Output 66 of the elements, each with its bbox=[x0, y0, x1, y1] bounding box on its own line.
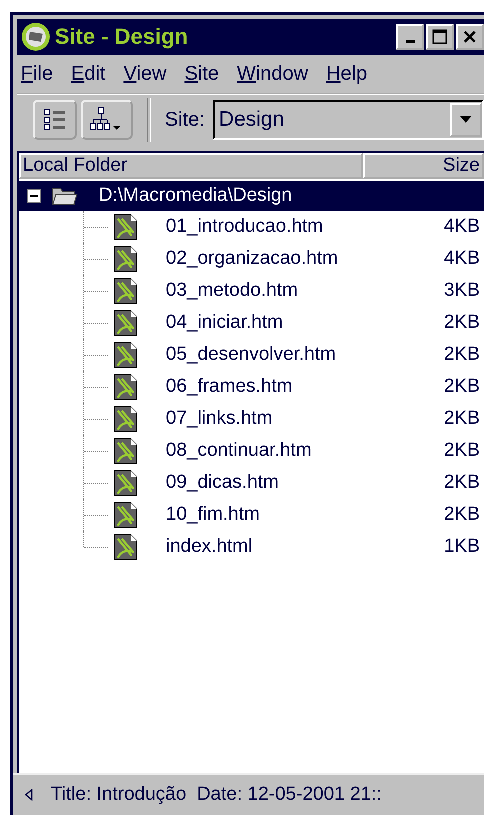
html-file-icon bbox=[114, 342, 138, 368]
file-name[interactable]: 03_metodo.htm bbox=[166, 280, 444, 302]
list-view-button[interactable] bbox=[33, 100, 77, 140]
tree-connector-line bbox=[83, 403, 108, 435]
file-size: 2KB bbox=[444, 344, 481, 366]
file-name[interactable]: 02_organizacao.htm bbox=[166, 248, 444, 270]
file-size: 3KB bbox=[444, 280, 481, 302]
status-text: Title: Introdução Date: 12-05-2001 21:: bbox=[51, 784, 382, 806]
html-file-icon bbox=[114, 438, 138, 464]
site-dropdown[interactable]: Design bbox=[213, 100, 484, 140]
tree-connector-line bbox=[83, 435, 108, 467]
file-size: 4KB bbox=[444, 248, 481, 270]
tree-connector-line bbox=[83, 467, 108, 499]
menu-item[interactable]: Help bbox=[326, 62, 368, 86]
file-name[interactable]: 08_continuar.htm bbox=[166, 440, 444, 462]
close-button[interactable] bbox=[456, 24, 484, 50]
folder-row[interactable]: D:\Macromedia\Design bbox=[19, 181, 484, 211]
file-name[interactable]: 05_desenvolver.htm bbox=[166, 344, 444, 366]
scroll-left-icon[interactable] bbox=[25, 789, 33, 801]
app-logo-icon bbox=[21, 22, 51, 52]
html-file-icon bbox=[114, 534, 138, 560]
file-size: 2KB bbox=[444, 312, 481, 334]
file-size: 2KB bbox=[444, 376, 481, 398]
tree-connector-line bbox=[83, 307, 108, 339]
file-name[interactable]: 06_frames.htm bbox=[166, 376, 444, 398]
file-name[interactable]: 07_links.htm bbox=[166, 408, 444, 430]
menu-item[interactable]: File bbox=[21, 62, 54, 86]
file-name[interactable]: index.html bbox=[166, 536, 444, 558]
menu-item[interactable]: Window bbox=[237, 62, 308, 86]
column-header[interactable]: Local Folder bbox=[19, 153, 363, 179]
menu-item[interactable]: Site bbox=[184, 62, 220, 86]
html-file-icon bbox=[114, 374, 138, 400]
maximize-button[interactable] bbox=[426, 24, 454, 50]
html-file-icon bbox=[114, 246, 138, 272]
window-title: Site - Design bbox=[55, 24, 190, 50]
html-file-icon bbox=[114, 310, 138, 336]
html-file-icon bbox=[114, 406, 138, 432]
file-size: 2KB bbox=[444, 408, 481, 430]
file-name[interactable]: 01_introducao.htm bbox=[166, 216, 444, 238]
dropdown-arrow-icon bbox=[460, 116, 472, 124]
site-map-button[interactable] bbox=[81, 100, 133, 140]
tree-connector-line bbox=[83, 211, 108, 243]
html-file-icon bbox=[114, 502, 138, 528]
file-size: 2KB bbox=[444, 472, 481, 494]
file-size: 1KB bbox=[444, 536, 481, 558]
file-name[interactable]: 10_fim.htm bbox=[166, 504, 444, 526]
tree-connector-line bbox=[83, 339, 108, 371]
tree-connector-line bbox=[83, 371, 108, 403]
html-file-icon bbox=[114, 214, 138, 240]
column-header[interactable]: Size bbox=[363, 153, 484, 179]
menu-item[interactable]: Edit bbox=[71, 62, 106, 86]
site-label: Site: bbox=[165, 108, 206, 132]
file-size: 2KB bbox=[444, 440, 481, 462]
html-file-icon bbox=[114, 278, 138, 304]
tree-connector-line bbox=[83, 243, 108, 275]
file-name[interactable]: 09_dicas.htm bbox=[166, 472, 444, 494]
minimize-icon bbox=[406, 40, 414, 42]
file-name[interactable]: 04_iniciar.htm bbox=[166, 312, 444, 334]
file-size: 4KB bbox=[444, 216, 481, 238]
file-size: 2KB bbox=[444, 504, 481, 526]
maximize-icon bbox=[432, 29, 448, 45]
close-icon bbox=[463, 30, 477, 44]
tree-connector-line bbox=[83, 275, 108, 307]
menu-item[interactable]: View bbox=[124, 62, 167, 86]
minimize-button[interactable] bbox=[396, 24, 424, 50]
html-file-icon bbox=[114, 470, 138, 496]
